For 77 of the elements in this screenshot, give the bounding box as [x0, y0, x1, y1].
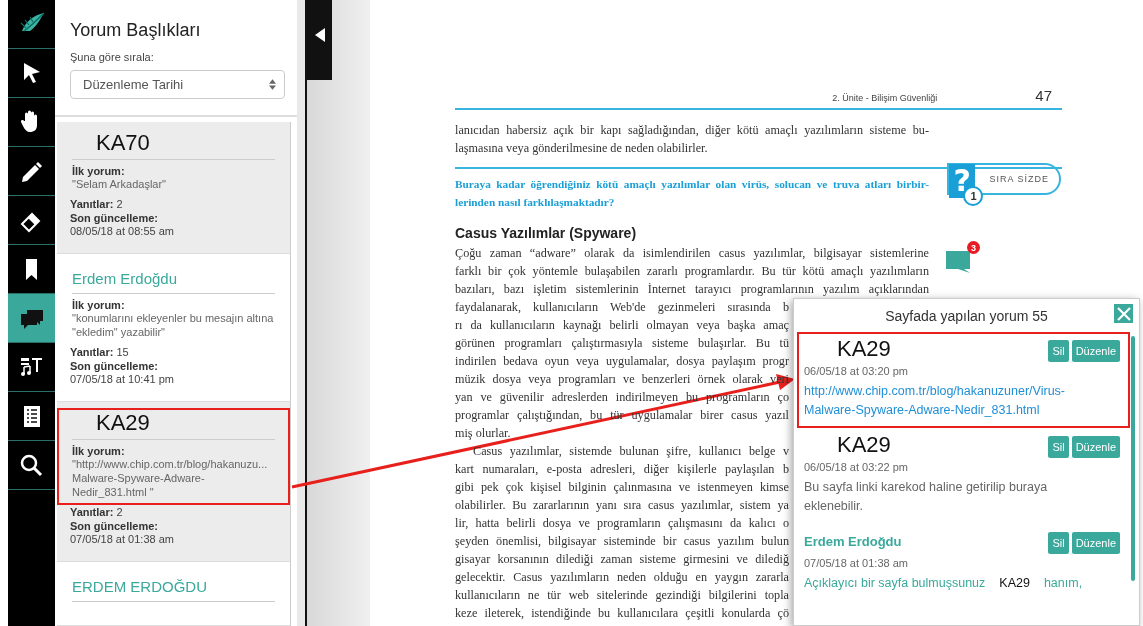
comment-quote: "Selam Arkadaşlar"	[72, 177, 167, 191]
text-line: kart numaraları, e-posta adresleri, diğer kişilerle paylaşılan b	[455, 461, 789, 478]
text-line: Çoğu zaman “adware” olarak da isimlendirilen casus yazılımlar, bilgisayar sistemlerine	[455, 245, 929, 262]
field-label: Son güncelleme:	[70, 360, 160, 372]
update-date: 07/05/18 at 10:41 pm	[70, 372, 175, 387]
collapse-arrow-icon	[314, 28, 325, 42]
comment-date: 06/05/18 at 03:20 pm	[804, 365, 909, 377]
text-line: bazıları, bazı işletim sistemlerinin İnternet tarayıcı programlarının yazılım açıklarından	[455, 281, 929, 298]
comment-quote: "http://www.chip.com.tr/blog/hakanuzu... Malware-Spyware-Adware- Nedir_831.html "	[72, 457, 269, 499]
count-badge: 3	[967, 241, 980, 254]
scrollbar-thumb[interactable]	[1131, 336, 1135, 581]
thread-card[interactable]: KA70 İlk yorum: "Selam Arkadaşlar" Yanıtlar: 2 Son güncelleme: 08/05/18 at 08:55 am	[57, 122, 290, 254]
text-line: miş olurlar.	[455, 425, 511, 442]
comment-author: Erdem Erdoğdu	[804, 533, 902, 549]
action-button[interactable]: Düzenle	[1071, 436, 1120, 458]
text-line: laşmasına veya gönderilmesine de neden olabilirler.	[455, 140, 708, 157]
comment-date: 06/05/18 at 03:22 pm	[804, 461, 909, 473]
text-line: şeyden önemlisi, bilgisayar sisteminde bir casus yazılım bulun	[455, 533, 789, 550]
text-line: lir, hatta belirli dosya ve programların çalışmasını da kalıcı o	[455, 515, 789, 532]
text-line: faydalanarak, kullanıcıların Web'de gezinmeleri sırasında b	[455, 299, 789, 316]
action-button[interactable]: Sil	[1048, 340, 1069, 362]
text-line: gisayar korsanının dilediği zaman sisteme girmesini ve dilediğ	[455, 551, 789, 568]
running-header: 2. Ünite - Bilişim Güvenliği	[832, 93, 938, 103]
close-button[interactable]	[1114, 304, 1133, 323]
field-label: İlk yorum:	[72, 165, 126, 177]
field-label: Son güncelleme:	[70, 212, 160, 224]
thread-card[interactable]: KA29 İlk yorum: "http://www.chip.com.tr/blog/hakanuzu... Malware-Spyware-Adware- Nedir_831.html " Yanıtlar: 2 Son güncelleme: 07/05/18 at 01:38 am	[57, 402, 290, 562]
text-line: lanıcıdan habersiz açık bir kapı sağladığından, diğer kötü amaçlı yazılımların sisteme bu-	[455, 122, 929, 139]
action-button[interactable]: Düzenle	[1071, 532, 1120, 554]
question-line: lerinden nasıl farklılaşmaktadır?	[455, 195, 615, 210]
comment-author: KA29	[836, 432, 891, 458]
page-number: 47	[1035, 87, 1053, 104]
question-line: Buraya kadar öğrendiğiniz kötü amaçlı yazılımlar olan virüs, solucan ve truva atları birbir-	[455, 177, 929, 192]
thread-title: KA29	[72, 410, 275, 440]
reply-count: Yanıtlar: 2	[70, 197, 124, 212]
comment-author: KA29	[836, 336, 891, 362]
popup-title: Sayfada yapılan yorum 55	[885, 307, 1048, 324]
thread-title: KA70	[72, 130, 275, 160]
comment-marker[interactable]: 3	[946, 241, 980, 273]
action-button[interactable]: Sil	[1048, 436, 1069, 458]
text-line: olabilirler. Bu zararlarının yanı sıra casus yazılımlar, sistem ya	[455, 497, 789, 514]
reply-count: Yanıtlar: 15	[70, 345, 130, 360]
update-date: 08/05/18 at 08:55 am	[70, 224, 175, 239]
sort-label: Şuna göre sırala:	[70, 51, 155, 63]
text-line: gelecektir. Casus yazılımların neden olduğu en yaygın zararla	[455, 569, 789, 586]
field-label: İlk yorum:	[72, 299, 126, 311]
text-line: görünen programları çalıştırmasıyla sisteme bulaşırlar. Bu tü	[455, 335, 789, 352]
comment-quote: "konumlarını ekleyenler bu mesajın altına "ekledim" yazabilir"	[72, 311, 275, 339]
tool-button[interactable]	[8, 294, 55, 343]
number-circle: 1	[963, 186, 984, 206]
thread-title: ERDEM ERDOĞDU	[72, 570, 275, 602]
sort-dropdown[interactable]: Düzenleme Tarihi	[70, 70, 285, 99]
comment-date: 07/05/18 at 01:38 am	[804, 557, 909, 569]
action-button[interactable]: Düzenle	[1071, 340, 1120, 362]
badge-label: SIRA SİZDE	[989, 174, 1049, 184]
thread-title: Erdem Erdoğdu	[72, 262, 275, 294]
reply-count: Yanıtlar: 2	[70, 505, 124, 520]
update-date: 07/05/18 at 01:38 am	[70, 532, 175, 547]
scrollbar-track[interactable]	[297, 0, 307, 626]
field-label: İlk yorum:	[72, 445, 126, 457]
text-line: Casus yazılımlar, sistemde bulunan şifre, kullanıcı belge v	[473, 443, 789, 460]
text-line: gibi pek çok kişisel bilginin çalınmasına ve istenmeyen kimse	[455, 479, 789, 496]
close-icon	[1116, 306, 1131, 321]
updown-caret-icon	[269, 79, 276, 90]
comment-link[interactable]: http://www.chip.com.tr/blog/hakanuzuner/Virus- Malware-Spyware-Adware-Nedir_831.html	[804, 382, 1120, 420]
text-line: keze ileterek, istendiğinde bu kullanıcılara çeşitli konularda çö	[455, 605, 789, 622]
text-line: rı da kullanıcıların kaynağı belirli olmayan veya başka amaç	[455, 317, 789, 334]
panel-title: Yorum Başlıkları	[70, 20, 202, 41]
comment-text: Açıklayıcı bir sayfa bulmuşsunuz KA29 hanım,	[804, 575, 1084, 592]
comment-text: Bu sayfa linki karekod haline getirilip buraya eklenebilir.	[804, 479, 1049, 515]
action-button[interactable]: Sil	[1048, 532, 1069, 554]
text-line: farklı bir çok yöntemle bulaşabilen zararlı programlardır. Bu tür kötü amaçlı yazılımların	[455, 263, 929, 280]
text-line: kullanıcıların ne tür web sitelerinde gezindiği bilgilerini topla	[455, 587, 789, 604]
collapse-tab[interactable]	[307, 0, 332, 80]
text-line: indirilen bedava oyun veya uygulamalar, dosya paylaşım progr	[455, 353, 789, 370]
field-label: Son güncelleme:	[70, 520, 160, 532]
section-heading: Casus Yazılımlar (Spyware)	[455, 225, 637, 243]
